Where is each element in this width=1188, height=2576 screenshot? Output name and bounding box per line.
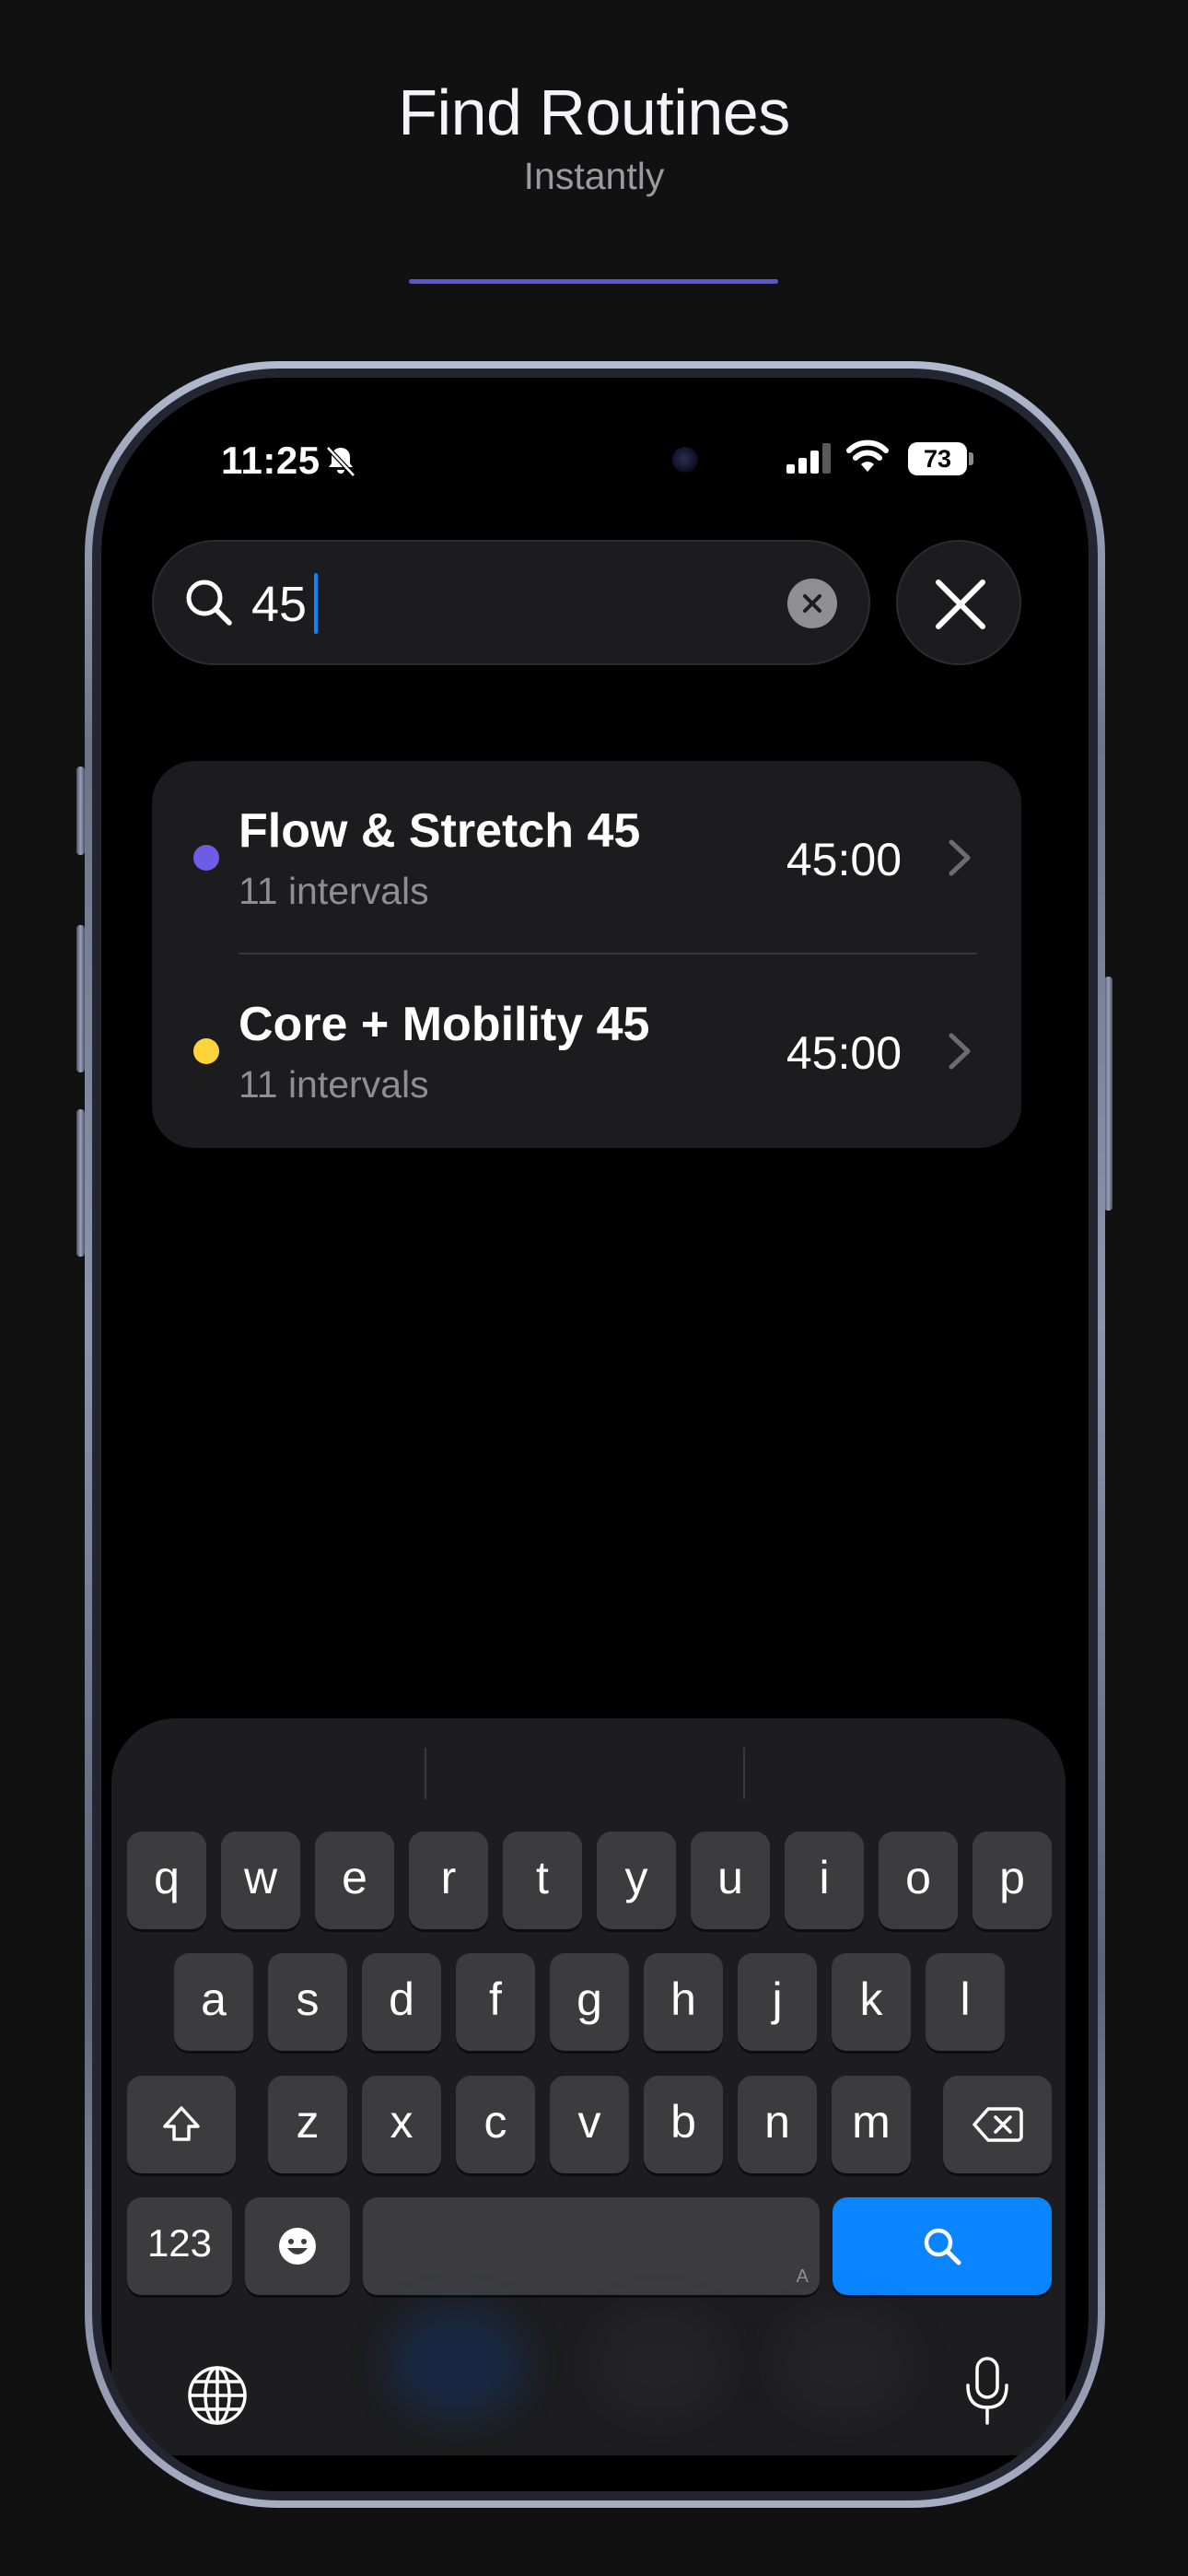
cellular-signal-icon xyxy=(786,443,831,474)
power-button xyxy=(1104,977,1112,1211)
key-o[interactable]: o xyxy=(879,1832,958,1929)
color-dot xyxy=(193,845,219,871)
routine-duration: 45:00 xyxy=(786,1027,902,1079)
space-key[interactable]: A xyxy=(363,2197,820,2295)
clear-x-icon xyxy=(803,594,821,613)
routine-intervals: 11 intervals xyxy=(239,870,429,912)
globe-icon[interactable] xyxy=(185,2363,250,2428)
status-time: 11:25 xyxy=(221,439,320,482)
chevron-right-icon xyxy=(949,839,971,876)
delete-key[interactable] xyxy=(943,2076,1052,2173)
space-key-hint: A xyxy=(796,2266,809,2287)
key-i[interactable]: i xyxy=(785,1832,864,1929)
chevron-right-icon xyxy=(949,1033,971,1070)
hero-subtitle: Instantly xyxy=(523,155,665,197)
key-d[interactable]: d xyxy=(362,1953,441,2051)
key-p[interactable]: p xyxy=(973,1832,1052,1929)
suggestion-separator xyxy=(743,1748,745,1799)
key-u[interactable]: u xyxy=(691,1832,770,1929)
routine-title: Flow & Stretch 45 xyxy=(239,804,641,858)
phone-screen: 11:25 73 45 Flow & Stretch 45 11 interva… xyxy=(101,378,1089,2491)
search-field[interactable]: 45 xyxy=(152,540,870,665)
battery-level: 73 xyxy=(908,442,967,475)
close-search-button[interactable] xyxy=(896,540,1021,665)
backspace-icon xyxy=(973,2107,1023,2142)
list-item[interactable]: Core + Mobility 45 11 intervals 45:00 xyxy=(152,954,1021,1148)
microphone-icon[interactable] xyxy=(963,2356,1011,2428)
volume-down-button xyxy=(76,1109,85,1257)
close-icon xyxy=(936,580,985,629)
key-a[interactable]: a xyxy=(174,1953,253,2051)
routine-intervals: 11 intervals xyxy=(239,1063,429,1106)
key-z[interactable]: z xyxy=(268,2076,347,2173)
routine-duration: 45:00 xyxy=(786,834,902,885)
battery-tip xyxy=(969,452,973,465)
clear-search-button[interactable] xyxy=(787,579,837,628)
text-caret xyxy=(314,573,318,634)
battery-indicator: 73 xyxy=(908,442,973,475)
list-item[interactable]: Flow & Stretch 45 11 intervals 45:00 xyxy=(152,761,1021,954)
wifi-icon xyxy=(846,439,889,472)
suggestion-separator xyxy=(425,1748,426,1799)
key-b[interactable]: b xyxy=(644,2076,723,2173)
key-q[interactable]: q xyxy=(127,1832,206,1929)
search-icon xyxy=(186,580,232,626)
key-r[interactable]: r xyxy=(409,1832,488,1929)
key-f[interactable]: f xyxy=(456,1953,535,2051)
key-w[interactable]: w xyxy=(221,1832,300,1929)
key-x[interactable]: x xyxy=(362,2076,441,2173)
shift-key[interactable] xyxy=(127,2076,236,2173)
suggestion-glow xyxy=(388,2308,526,2418)
suggestion-glow xyxy=(775,2308,913,2418)
key-l[interactable]: l xyxy=(926,1953,1005,2051)
key-y[interactable]: y xyxy=(597,1832,676,1929)
key-s[interactable]: s xyxy=(268,1953,347,2051)
key-m[interactable]: m xyxy=(832,2076,911,2173)
emoji-key[interactable] xyxy=(245,2197,350,2295)
volume-up-button xyxy=(76,925,85,1072)
phone-frame: 11:25 73 45 Flow & Stretch 45 11 interva… xyxy=(85,361,1105,2508)
key-c[interactable]: c xyxy=(456,2076,535,2173)
phone-bezel: 11:25 73 45 Flow & Stretch 45 11 interva… xyxy=(92,369,1098,2500)
routine-title: Core + Mobility 45 xyxy=(239,998,650,1051)
key-j[interactable]: j xyxy=(738,1953,817,2051)
front-camera xyxy=(672,447,698,473)
key-k[interactable]: k xyxy=(832,1953,911,2051)
hero-title: Find Routines xyxy=(398,76,790,148)
page: Find Routines Instantly 11:25 73 45 Flow… xyxy=(0,0,1188,2576)
suggestion-glow xyxy=(590,2308,728,2418)
key-n[interactable]: n xyxy=(738,2076,817,2173)
search-input[interactable]: 45 xyxy=(251,575,307,634)
results-list: Flow & Stretch 45 11 intervals 45:00 Cor… xyxy=(152,761,1021,1148)
action-button xyxy=(76,767,85,855)
search-icon xyxy=(924,2228,961,2266)
color-dot xyxy=(193,1038,219,1064)
key-e[interactable]: e xyxy=(315,1832,394,1929)
key-t[interactable]: t xyxy=(503,1832,582,1929)
key-g[interactable]: g xyxy=(550,1953,629,2051)
shift-icon xyxy=(163,2106,200,2141)
accent-divider xyxy=(409,279,778,284)
emoji-icon xyxy=(279,2228,316,2265)
key-v[interactable]: v xyxy=(550,2076,629,2173)
keyboard: q w e r t y u i o p a s d f g h j k l z … xyxy=(111,1718,1066,2455)
numbers-key[interactable]: 123 xyxy=(127,2197,232,2295)
bell-muted-icon xyxy=(326,446,355,477)
search-key[interactable] xyxy=(833,2197,1052,2295)
key-h[interactable]: h xyxy=(644,1953,723,2051)
